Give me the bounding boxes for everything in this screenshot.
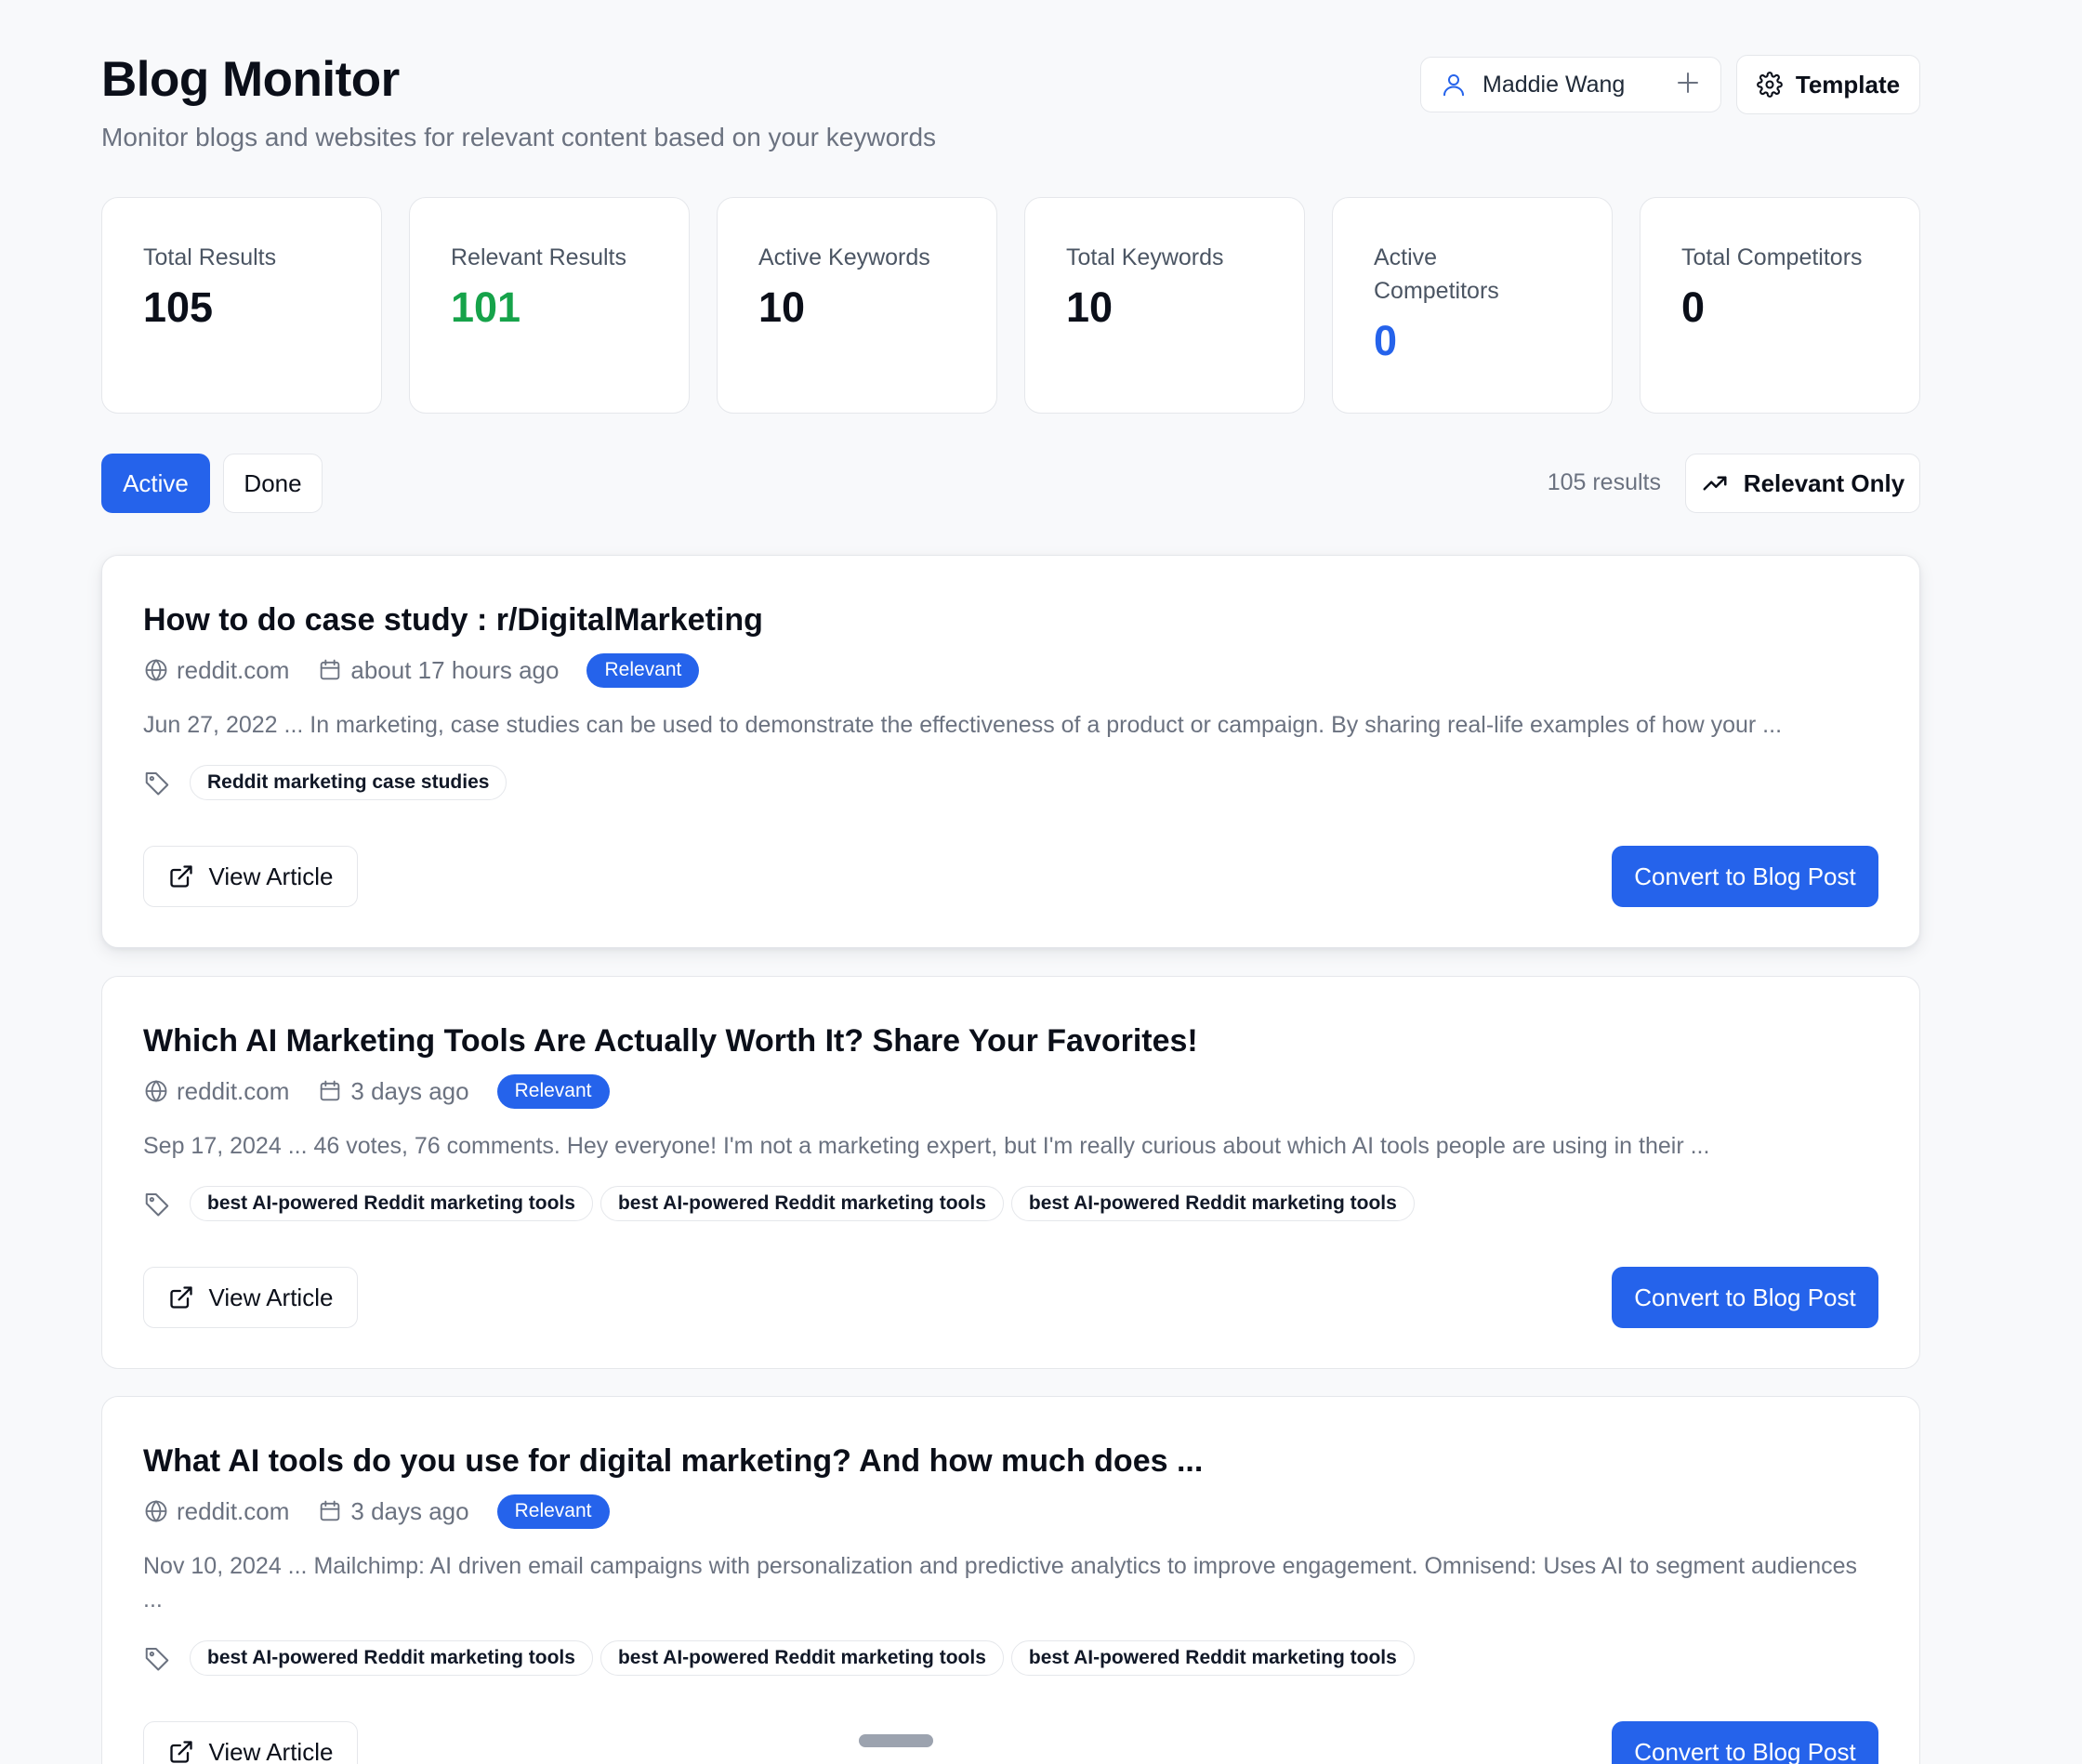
plus-icon[interactable]: [1674, 69, 1702, 97]
article-title[interactable]: How to do case study : r/DigitalMarketin…: [143, 602, 763, 638]
tag-icon: [145, 1648, 169, 1671]
stat-active-keywords: Active Keywords 10: [717, 197, 997, 414]
article-meta: reddit.com 3 days ago Relevant: [143, 1494, 610, 1529]
keyword-tags: best AI-powered Reddit marketing tools b…: [143, 1640, 1415, 1676]
external-link-icon: [169, 865, 192, 888]
scroll-indicator[interactable]: [859, 1734, 933, 1747]
convert-to-blog-post-button[interactable]: Convert to Blog Post: [1612, 1721, 1878, 1764]
tab-active[interactable]: Active: [101, 454, 210, 513]
stat-value: 105: [143, 283, 214, 331]
relevant-badge: Relevant: [586, 652, 700, 688]
globe-icon: [145, 659, 167, 681]
external-link-icon: [169, 1286, 192, 1309]
keyword-tag: Reddit marketing case studies: [190, 765, 507, 800]
keyword-tag: best AI-powered Reddit marketing tools: [1010, 1186, 1415, 1221]
article-excerpt: Jun 27, 2022 ... In marketing, case stud…: [143, 712, 1783, 738]
stat-label: Total Keywords: [1066, 244, 1224, 270]
keyword-tag: best AI-powered Reddit marketing tools: [190, 1640, 593, 1676]
globe-icon: [145, 1080, 167, 1102]
keyword-tags: best AI-powered Reddit marketing tools b…: [143, 1186, 1415, 1221]
blog-monitor-page: Blog Monitor Monitor blogs and websites …: [101, 0, 1920, 1764]
convert-to-blog-post-button[interactable]: Convert to Blog Post: [1612, 1267, 1878, 1328]
article-meta: reddit.com 3 days ago Relevant: [143, 1073, 610, 1109]
calendar-icon: [321, 1080, 340, 1101]
header-actions: Maddie Wang Template: [1420, 55, 1920, 114]
stat-value: 10: [758, 283, 806, 331]
relevant-only-label: Relevant Only: [1743, 468, 1905, 497]
stat-value: 10: [1066, 283, 1113, 331]
page-title: Blog Monitor: [101, 52, 400, 107]
article-card: What AI tools do you use for digital mar…: [101, 1396, 1920, 1764]
keyword-tag: best AI-powered Reddit marketing tools: [600, 1186, 1004, 1221]
article-time: 3 days ago: [350, 1496, 469, 1525]
tag-icon: [145, 772, 169, 796]
stat-value: 101: [451, 283, 521, 331]
filter-toolbar: Active Done 105 results Relevant Only: [101, 454, 1920, 515]
article-meta: reddit.com about 17 hours ago Relevant: [143, 652, 700, 688]
stat-label: Total Results: [143, 244, 277, 270]
relevant-badge: Relevant: [496, 1494, 610, 1529]
relevant-badge: Relevant: [496, 1073, 610, 1109]
view-article-button[interactable]: View Article: [143, 1721, 358, 1764]
user-name: Maddie Wang: [1482, 71, 1626, 98]
stat-label: Active Keywords: [758, 244, 930, 270]
article-title[interactable]: What AI tools do you use for digital mar…: [143, 1443, 1203, 1480]
external-link-icon: [169, 1741, 192, 1763]
view-article-label: View Article: [208, 1283, 334, 1311]
view-article-label: View Article: [208, 1737, 334, 1764]
article-excerpt: Sep 17, 2024 ... 46 votes, 76 comments. …: [143, 1133, 1710, 1159]
calendar-icon: [321, 1500, 340, 1521]
user-icon: [1443, 74, 1464, 97]
relevant-only-button[interactable]: Relevant Only: [1685, 454, 1920, 513]
stat-total-keywords: Total Keywords 10: [1024, 197, 1305, 414]
article-source: reddit.com: [177, 1076, 290, 1105]
article-time: 3 days ago: [350, 1076, 469, 1105]
view-article-button[interactable]: View Article: [143, 846, 358, 907]
stat-value: 0: [1681, 283, 1706, 331]
tab-done[interactable]: Done: [223, 454, 323, 513]
user-selector[interactable]: Maddie Wang: [1420, 57, 1721, 112]
view-article-label: View Article: [208, 862, 334, 890]
template-label: Template: [1795, 70, 1901, 99]
stat-total-results: Total Results 105: [101, 197, 382, 414]
stat-total-competitors: Total Competitors 0: [1640, 197, 1920, 414]
stat-relevant-results: Relevant Results 101: [409, 197, 690, 414]
view-article-button[interactable]: View Article: [143, 1267, 358, 1328]
page-subtitle: Monitor blogs and websites for relevant …: [101, 123, 937, 151]
template-button[interactable]: Template: [1736, 55, 1920, 114]
article-title[interactable]: Which AI Marketing Tools Are Actually Wo…: [143, 1023, 1198, 1060]
stat-label: Relevant Results: [451, 244, 626, 270]
stat-value: 0: [1374, 317, 1398, 364]
article-time: about 17 hours ago: [350, 655, 560, 684]
keyword-tag: best AI-powered Reddit marketing tools: [190, 1186, 593, 1221]
calendar-icon: [321, 659, 340, 680]
stat-active-competitors: Active Competitors 0: [1332, 197, 1613, 414]
gear-icon: [1757, 72, 1783, 98]
article-source: reddit.com: [177, 655, 290, 684]
page-header: Blog Monitor Monitor blogs and websites …: [101, 0, 1920, 186]
keyword-tag: best AI-powered Reddit marketing tools: [1010, 1640, 1415, 1676]
article-source: reddit.com: [177, 1496, 290, 1525]
results-count: 105 results: [1547, 469, 1661, 495]
keyword-tags: Reddit marketing case studies: [143, 765, 507, 800]
stat-label: Active Competitors: [1374, 244, 1499, 304]
article-card: Which AI Marketing Tools Are Actually Wo…: [101, 976, 1920, 1369]
keyword-tag: best AI-powered Reddit marketing tools: [600, 1640, 1004, 1676]
globe-icon: [145, 1500, 167, 1522]
stat-label: Total Competitors: [1681, 244, 1863, 270]
stats-row: Total Results 105 Relevant Results 101 A…: [101, 197, 1920, 414]
convert-to-blog-post-button[interactable]: Convert to Blog Post: [1612, 846, 1878, 907]
trending-up-icon: [1703, 476, 1727, 491]
article-excerpt: Nov 10, 2024 ... Mailchimp: AI driven em…: [143, 1553, 1858, 1613]
tag-icon: [145, 1193, 169, 1217]
article-card: How to do case study : r/DigitalMarketin…: [101, 555, 1920, 948]
